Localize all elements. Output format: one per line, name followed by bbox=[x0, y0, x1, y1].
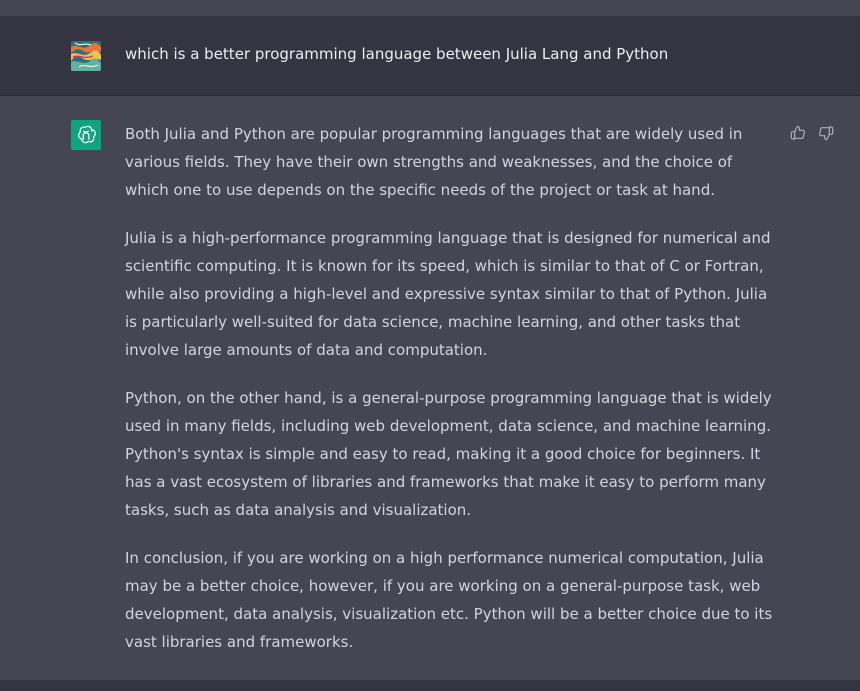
thumbs-down-button[interactable] bbox=[817, 124, 835, 142]
previous-message-strip bbox=[0, 0, 860, 16]
assistant-avatar bbox=[71, 120, 101, 150]
next-message-strip bbox=[0, 680, 860, 691]
assistant-paragraph: Julia is a high-performance programming … bbox=[125, 229, 771, 359]
assistant-paragraph: In conclusion, if you are working on a h… bbox=[125, 549, 773, 651]
thumbs-down-icon bbox=[819, 126, 834, 141]
assistant-paragraph: Python, on the other hand, is a general-… bbox=[125, 389, 772, 519]
user-avatar bbox=[71, 41, 101, 71]
user-message-text: which is a better programming language b… bbox=[125, 45, 669, 63]
assistant-message-row: Both Julia and Python are popular progra… bbox=[0, 96, 860, 680]
thumbs-up-icon bbox=[790, 125, 805, 140]
user-avatar-image bbox=[71, 41, 101, 71]
assistant-message-body: Both Julia and Python are popular progra… bbox=[125, 120, 780, 676]
assistant-paragraph: Both Julia and Python are popular progra… bbox=[125, 125, 743, 199]
user-message-row: which is a better programming language b… bbox=[0, 16, 860, 96]
thumbs-up-button[interactable] bbox=[789, 124, 807, 142]
openai-logo-icon bbox=[77, 125, 96, 144]
